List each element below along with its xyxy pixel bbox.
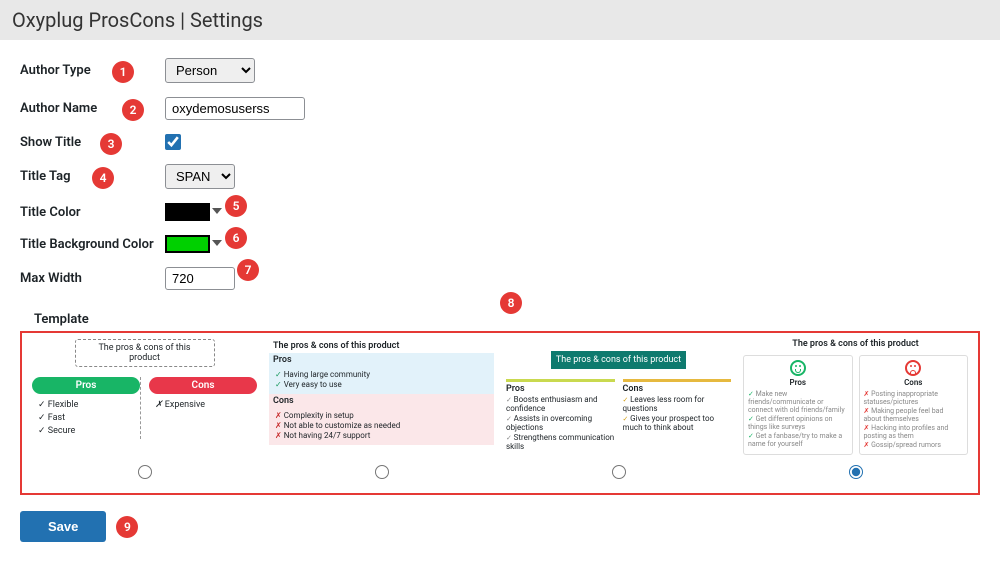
template-section: 8 Template The pros & cons of this produ… — [20, 304, 980, 495]
annotation-badge-1: 1 — [112, 61, 134, 83]
smile-icon — [790, 360, 806, 376]
annotation-badge-7: 7 — [237, 259, 259, 281]
template-option-1: The pros & cons of this product Pros Fle… — [32, 339, 257, 479]
pros-badge: Pros — [32, 377, 140, 394]
template-preview-title: The pros & cons of this product — [551, 351, 686, 369]
row-show-title: Show Title 3 — [20, 134, 980, 150]
annotation-badge-3: 3 — [100, 133, 122, 155]
settings-form: Author Type 1 Person Author Name 2 Show … — [0, 58, 1000, 562]
template-radio-4[interactable] — [849, 465, 863, 479]
label-template: Template — [20, 304, 980, 331]
template-preview-title: The pros & cons of this product — [743, 339, 968, 349]
template-radio-3[interactable] — [612, 465, 626, 479]
template-preview-title: The pros & cons of this product — [75, 339, 215, 367]
show-title-checkbox[interactable] — [165, 134, 181, 150]
save-button[interactable]: Save — [20, 511, 106, 542]
frown-icon — [905, 360, 921, 376]
annotation-badge-4: 4 — [92, 167, 114, 189]
annotation-badge-8: 8 — [500, 292, 522, 314]
label-title-color: Title Color — [20, 205, 165, 220]
label-author-type: Author Type 1 — [20, 63, 165, 78]
author-type-select[interactable]: Person — [165, 58, 255, 83]
template-option-2: The pros & cons of this product ProsHavi… — [269, 339, 494, 479]
label-title-tag: Title Tag 4 — [20, 169, 165, 184]
label-title-bg-color: Title Background Color — [20, 237, 165, 252]
row-title-bg-color: Title Background Color 6 — [20, 235, 980, 253]
template-options: The pros & cons of this product Pros Fle… — [20, 331, 980, 495]
label-author-name: Author Name 2 — [20, 101, 165, 116]
save-row: Save 9 — [20, 511, 980, 542]
template-option-4: The pros & cons of this product ProsMake… — [743, 339, 968, 479]
page-title: Oxyplug ProsCons | Settings — [12, 8, 988, 32]
template-radio-1[interactable] — [138, 465, 152, 479]
author-name-input[interactable] — [165, 97, 305, 120]
row-title-color: Title Color 5 — [20, 203, 980, 221]
template-radio-2[interactable] — [375, 465, 389, 479]
row-title-tag: Title Tag 4 SPAN — [20, 164, 980, 189]
cons-list: Expensive — [149, 400, 257, 410]
label-max-width: Max Width — [20, 271, 165, 286]
page-header: Oxyplug ProsCons | Settings — [0, 0, 1000, 40]
pros-list: FlexibleFastSecure — [32, 400, 140, 436]
template-option-3: The pros & cons of this product ProsBoos… — [506, 339, 731, 479]
row-author-type: Author Type 1 Person — [20, 58, 980, 83]
annotation-badge-6: 6 — [225, 227, 247, 249]
row-max-width: Max Width 7 — [20, 267, 980, 290]
row-author-name: Author Name 2 — [20, 97, 980, 120]
cons-badge: Cons — [149, 377, 257, 394]
template-preview-title: The pros & cons of this product — [269, 339, 494, 353]
label-show-title: Show Title 3 — [20, 135, 165, 150]
title-tag-select[interactable]: SPAN — [165, 164, 235, 189]
annotation-badge-9: 9 — [116, 516, 138, 538]
title-bg-color-picker[interactable] — [165, 235, 210, 253]
max-width-input[interactable] — [165, 267, 235, 290]
title-color-picker[interactable] — [165, 203, 210, 221]
annotation-badge-5: 5 — [225, 195, 247, 217]
annotation-badge-2: 2 — [122, 99, 144, 121]
